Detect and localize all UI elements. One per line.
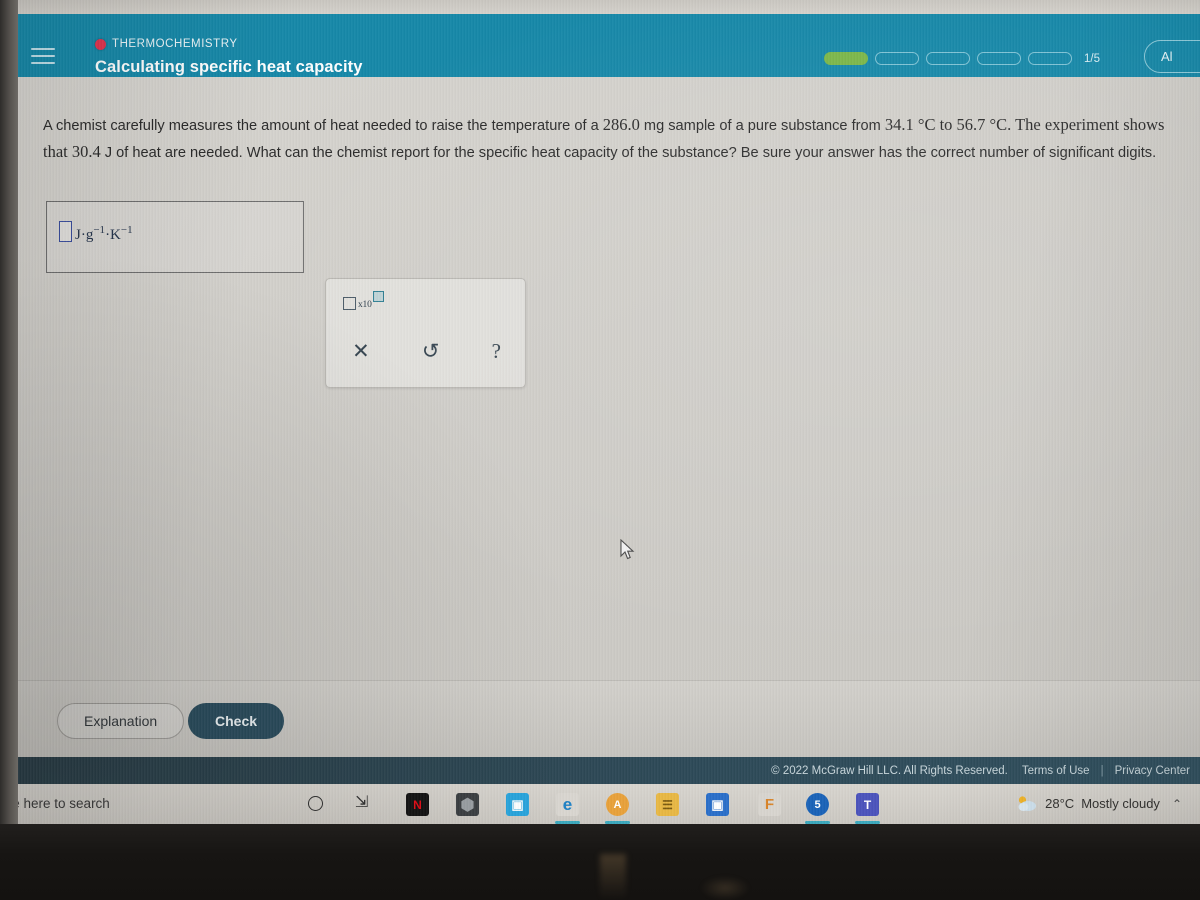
answer-units-exponent-1: −1 bbox=[93, 224, 106, 236]
taskbar-app-f[interactable]: F bbox=[758, 793, 781, 816]
answer-value-field[interactable] bbox=[59, 221, 72, 242]
question-part-2: mg sample of a pure substance from bbox=[639, 118, 885, 134]
photographed-monitor: THERMOCHEMISTRY Calculating specific hea… bbox=[0, 0, 1200, 900]
hamburger-menu-icon[interactable] bbox=[31, 48, 55, 66]
taskbar-app-edge[interactable]: e bbox=[555, 793, 580, 824]
account-button[interactable]: Al bbox=[1144, 40, 1200, 73]
progress-segment-1 bbox=[824, 52, 868, 65]
search-input[interactable]: ype here to search bbox=[0, 796, 110, 811]
action-bar: Explanation Check bbox=[0, 680, 1200, 757]
app-header: THERMOCHEMISTRY Calculating specific hea… bbox=[0, 14, 1200, 77]
progress-segment-5 bbox=[1028, 52, 1072, 65]
answer-units: J·g−1·K−1 bbox=[75, 224, 133, 244]
question-part-5: J of heat are needed. What can the chemi… bbox=[100, 145, 1157, 161]
taskbar-app-teams[interactable]: T bbox=[855, 793, 880, 824]
question-heat: 30.4 bbox=[71, 142, 101, 161]
screen: THERMOCHEMISTRY Calculating specific hea… bbox=[0, 0, 1200, 824]
content-area: A chemist carefully measures the amount … bbox=[0, 77, 1200, 757]
footer-separator: | bbox=[1100, 764, 1104, 777]
show-hidden-icons-icon[interactable]: ⌃ bbox=[1172, 797, 1182, 811]
taskbar-app-office[interactable]: 5 bbox=[805, 793, 830, 824]
progress-segment-3 bbox=[926, 52, 970, 65]
taskbar-app-file-explorer[interactable]: ☰ bbox=[656, 793, 679, 816]
arrow-cursor-icon bbox=[620, 539, 635, 560]
monitor-bezel-bottom bbox=[0, 824, 1200, 900]
task-view-icon[interactable]: ⇲ bbox=[355, 795, 368, 811]
answer-expression: J·g−1·K−1 bbox=[59, 218, 133, 244]
terms-of-use-link[interactable]: Terms of Use bbox=[1022, 765, 1090, 777]
windows-taskbar: ype here to search ⇲ N ⬢ ▣ e A ☰ ▣ F 5 T… bbox=[0, 784, 1200, 824]
question-part-3: °C to bbox=[913, 115, 957, 134]
taskbar-app-printer[interactable]: ▣ bbox=[706, 793, 729, 816]
scientific-notation-label: x10 bbox=[358, 300, 372, 310]
cortana-icon[interactable] bbox=[308, 796, 323, 811]
account-label: Al bbox=[1161, 49, 1173, 64]
clear-button[interactable]: ✕ bbox=[352, 341, 370, 362]
scientific-notation-button[interactable]: x10 bbox=[343, 291, 384, 310]
answer-units-joule-gram: J·g bbox=[75, 227, 94, 243]
question-part-1: A chemist carefully measures the amount … bbox=[43, 118, 603, 134]
weather-temperature: 28°C bbox=[1045, 796, 1075, 811]
sun-behind-cloud-icon bbox=[1018, 796, 1037, 811]
question-temp-initial: 34.1 bbox=[884, 115, 914, 134]
bezel-reflection-2 bbox=[700, 876, 750, 900]
answer-units-exponent-2: −1 bbox=[120, 224, 133, 236]
question-text: A chemist carefully measures the amount … bbox=[43, 112, 1183, 166]
answer-input-box[interactable]: J·g−1·K−1 bbox=[46, 201, 304, 273]
weather-condition: Mostly cloudy bbox=[1081, 796, 1160, 811]
check-button[interactable]: Check bbox=[188, 703, 285, 739]
subject-label: THERMOCHEMISTRY bbox=[112, 38, 238, 50]
footer: © 2022 McGraw Hill LLC. All Rights Reser… bbox=[18, 757, 1200, 784]
help-button[interactable]: ? bbox=[492, 341, 501, 362]
progress-count-label: 1/5 bbox=[1084, 52, 1100, 65]
weather-widget[interactable]: 28°C Mostly cloudy ⌃ bbox=[1016, 795, 1182, 812]
explanation-button[interactable]: Explanation bbox=[57, 703, 185, 739]
copyright-text: © 2022 McGraw Hill LLC. All Rights Reser… bbox=[771, 764, 1008, 777]
progress-bar: 1/5 bbox=[824, 52, 1100, 65]
progress-segment-2 bbox=[875, 52, 919, 65]
browser-chrome-strip bbox=[0, 0, 1200, 14]
taskbar-app-netflix[interactable]: N bbox=[406, 793, 429, 816]
page-title: Calculating specific heat capacity bbox=[95, 58, 363, 76]
toolbar-button-row: ✕ ↺ ? bbox=[326, 341, 527, 362]
exponent-placeholder-icon bbox=[372, 291, 384, 302]
taskbar-app-blue[interactable]: ▣ bbox=[506, 793, 529, 816]
subject-row: THERMOCHEMISTRY bbox=[95, 38, 238, 50]
undo-button[interactable]: ↺ bbox=[422, 341, 440, 362]
privacy-center-link[interactable]: Privacy Center bbox=[1115, 765, 1190, 777]
answer-units-kelvin: ·K bbox=[105, 227, 121, 243]
mantissa-placeholder-icon bbox=[343, 297, 356, 310]
subject-dot-icon bbox=[95, 38, 106, 50]
math-toolbar: x10 ✕ ↺ ? bbox=[325, 278, 526, 388]
taskbar-app-chrome[interactable]: A bbox=[605, 793, 630, 824]
bezel-reflection bbox=[600, 854, 626, 900]
progress-segment-4 bbox=[977, 52, 1021, 65]
question-mass: 286.0 bbox=[602, 115, 640, 134]
taskbar-app-hexagon[interactable]: ⬢ bbox=[456, 793, 479, 816]
question-temp-final: 56.7 bbox=[956, 115, 986, 134]
